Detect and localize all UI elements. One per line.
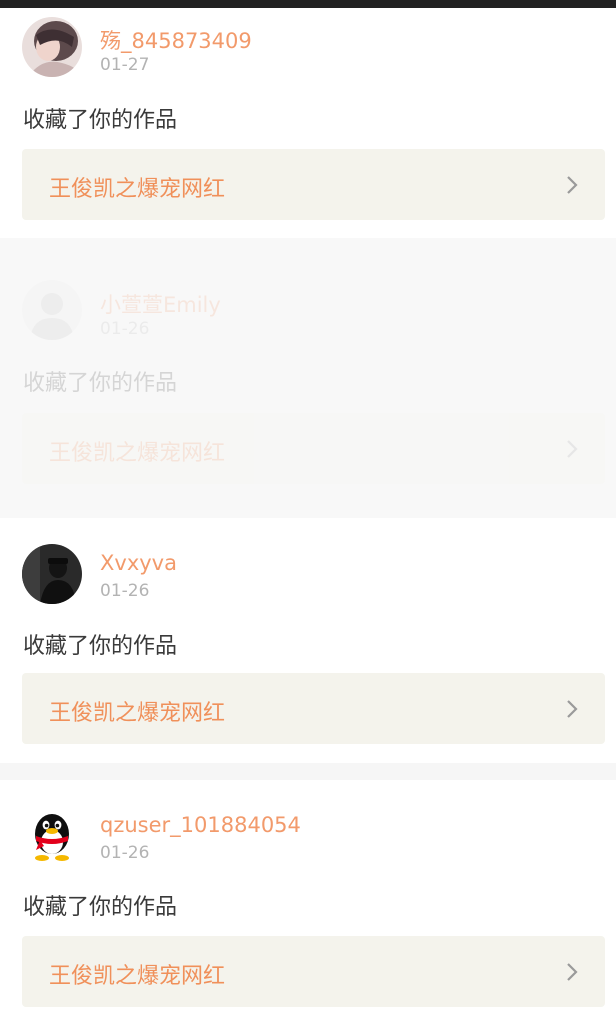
notification-card: Xvxyva 01-26 收藏了你的作品 王俊凯之爆宠网红 xyxy=(0,518,616,763)
notification-card: 小萱萱Emily 01-26 收藏了你的作品 王俊凯之爆宠网红 xyxy=(0,238,616,518)
chevron-right-icon xyxy=(567,440,578,458)
timestamp: 01-26 xyxy=(100,843,150,863)
username[interactable]: Xvxyva xyxy=(100,551,177,575)
action-text: 收藏了你的作品 xyxy=(23,895,178,920)
timestamp: 01-26 xyxy=(100,581,150,601)
girl-photo-avatar[interactable] xyxy=(22,17,82,77)
timestamp: 01-26 xyxy=(100,319,150,339)
work-title: 王俊凯之爆宠网红 xyxy=(49,441,226,466)
action-text: 收藏了你的作品 xyxy=(23,108,178,133)
work-link-button[interactable]: 王俊凯之爆宠网红 xyxy=(22,673,605,744)
chevron-right-icon xyxy=(567,963,578,981)
status-bar xyxy=(0,0,616,8)
chevron-right-icon xyxy=(567,176,578,194)
work-link-button[interactable]: 王俊凯之爆宠网红 xyxy=(22,936,605,1007)
notification-feed: 殇_845873409 01-27 收藏了你的作品 王俊凯之爆宠网红 小萱萱Em… xyxy=(0,0,616,1024)
username[interactable]: 殇_845873409 xyxy=(100,25,252,55)
timestamp: 01-27 xyxy=(100,55,150,75)
card-divider xyxy=(0,763,616,780)
action-text: 收藏了你的作品 xyxy=(23,634,178,659)
dark-photo-avatar[interactable] xyxy=(22,544,82,604)
username[interactable]: qzuser_101884054 xyxy=(100,813,301,837)
work-link-button[interactable]: 王俊凯之爆宠网红 xyxy=(22,149,605,220)
username[interactable]: 小萱萱Emily xyxy=(100,289,221,319)
notification-card: qzuser_101884054 01-26 收藏了你的作品 王俊凯之爆宠网红 xyxy=(0,780,616,1024)
notification-card: 殇_845873409 01-27 收藏了你的作品 王俊凯之爆宠网红 xyxy=(0,0,616,238)
work-link-button[interactable]: 王俊凯之爆宠网红 xyxy=(22,413,605,484)
qq-penguin-avatar[interactable] xyxy=(22,806,82,866)
action-text: 收藏了你的作品 xyxy=(23,371,178,396)
work-title: 王俊凯之爆宠网红 xyxy=(49,964,226,989)
work-title: 王俊凯之爆宠网红 xyxy=(49,177,226,202)
default-silhouette-avatar[interactable] xyxy=(22,280,82,340)
chevron-right-icon xyxy=(567,700,578,718)
work-title: 王俊凯之爆宠网红 xyxy=(49,701,226,726)
